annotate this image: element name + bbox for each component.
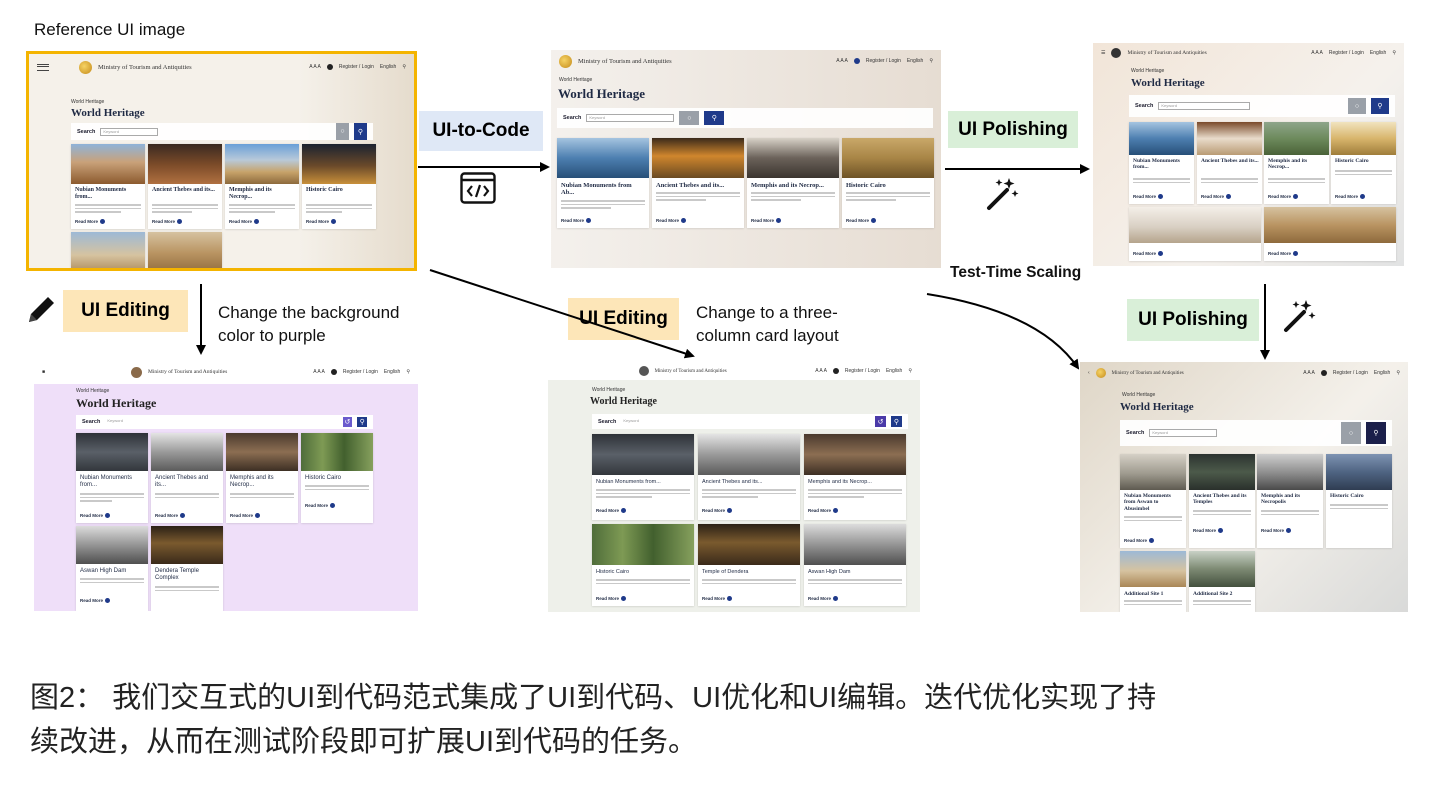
figure-caption: 图2： 我们交互式的UI到代码范式集成了UI到代码、UI优化和UI编辑。迭代优化… <box>30 676 1156 764</box>
caption-line-1: 图2： 我们交互式的UI到代码范式集成了UI到代码、UI优化和UI编辑。迭代优化… <box>30 682 1157 714</box>
caption-line-2: 续改进，从而在测试阶段即可扩展UI到代码的任务。 <box>30 726 698 758</box>
arrow-test-time-scaling <box>926 293 1080 370</box>
arrow-edit-three-column <box>429 269 695 359</box>
